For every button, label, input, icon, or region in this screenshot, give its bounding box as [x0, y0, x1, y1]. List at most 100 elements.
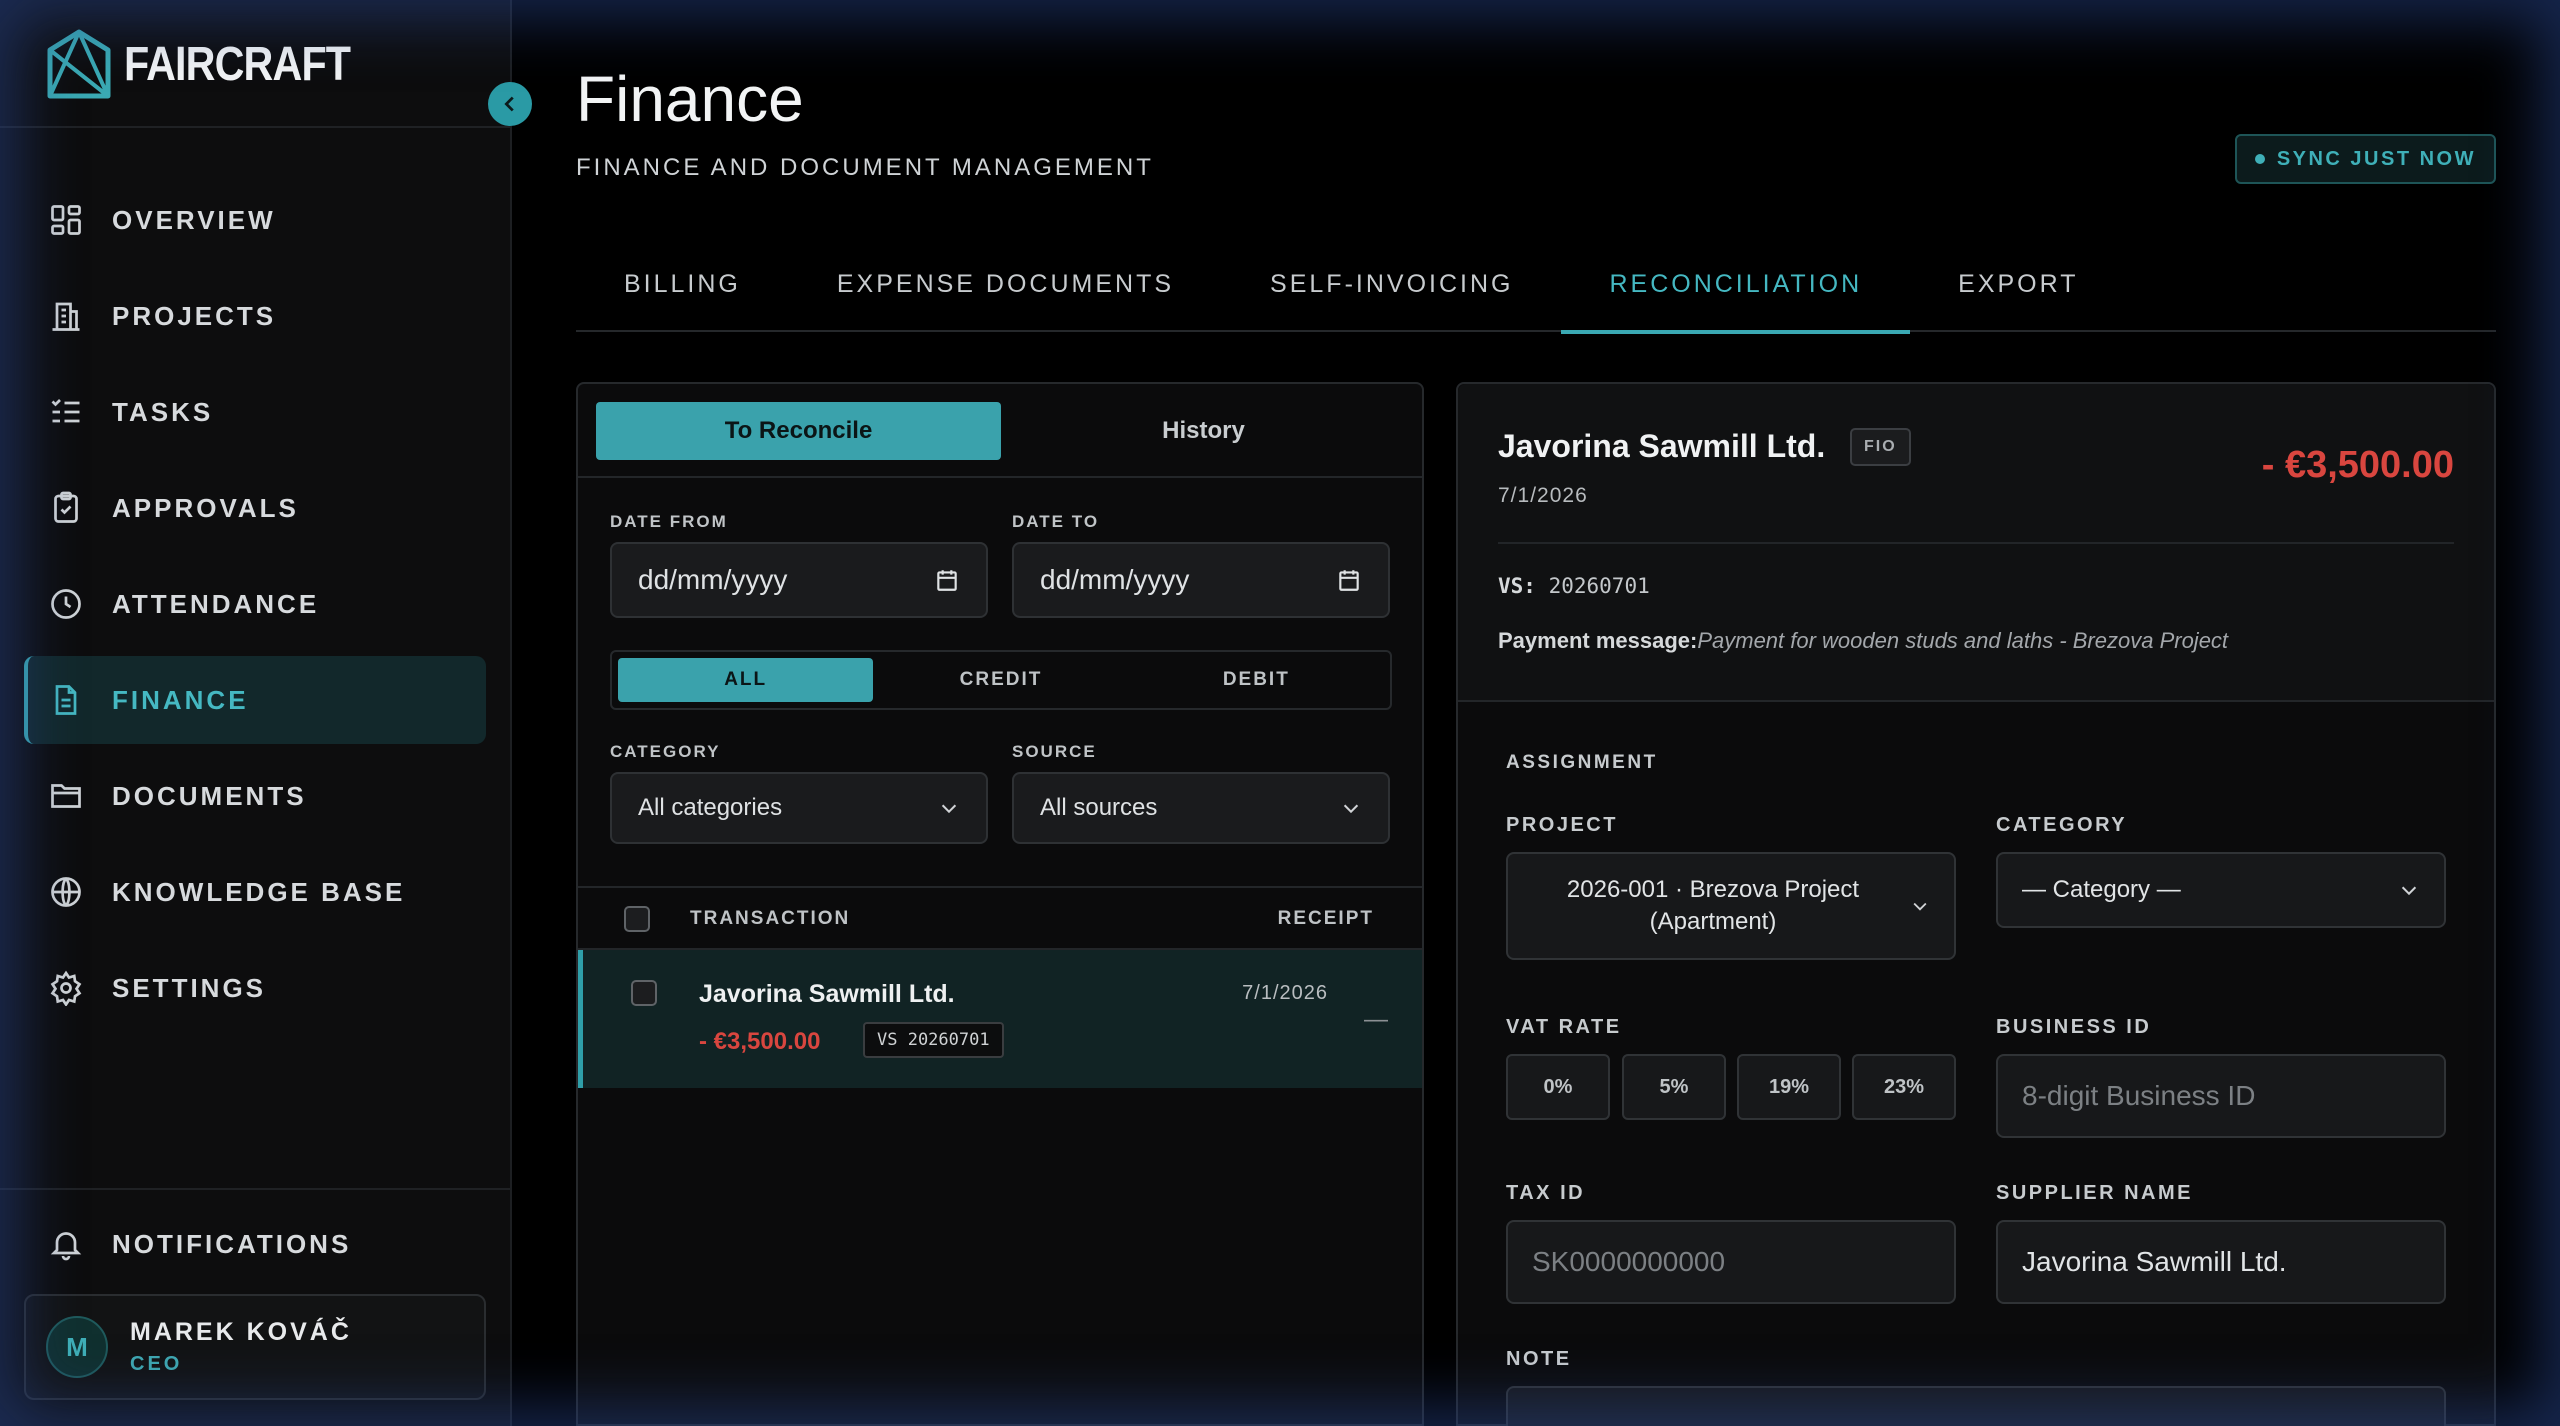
clock-icon [51, 589, 81, 619]
supplier-name-label: SUPPLIER NAME [1996, 1182, 2193, 1204]
supplier-name-input[interactable]: Javorina Sawmill Ltd. [1996, 1220, 2446, 1304]
notifications-button[interactable]: NOTIFICATIONS [48, 1214, 351, 1274]
table-header: TRANSACTION RECEIPT [578, 888, 1422, 950]
sidebar: FAIRCRAFT OVERVIEW PROJECTS TASKS APPROV… [0, 0, 512, 1426]
sidebar-item-overview[interactable]: OVERVIEW [24, 176, 486, 264]
sidebar-item-tasks[interactable]: TASKS [24, 368, 486, 456]
sidebar-divider [0, 126, 510, 128]
type-credit-button[interactable]: CREDIT [873, 658, 1128, 702]
page-subtitle: FINANCE AND DOCUMENT MANAGEMENT [576, 154, 1154, 181]
sidebar-item-documents[interactable]: DOCUMENTS [24, 752, 486, 840]
transaction-type-toggle: ALL CREDIT DEBIT [610, 650, 1392, 710]
date-to-input[interactable]: dd/mm/yyyy [1012, 542, 1390, 618]
sidebar-item-finance[interactable]: FINANCE [24, 656, 486, 744]
type-all-button[interactable]: ALL [618, 658, 874, 702]
sync-label: SYNC JUST NOW [2276, 147, 2476, 170]
sidebar-item-label: DOCUMENTS [112, 780, 307, 811]
date-from-label: DATE FROM [610, 512, 728, 531]
chevron-left-icon [504, 96, 514, 112]
category-filter-select[interactable]: All categories [610, 772, 988, 844]
assignment-heading: ASSIGNMENT [1506, 752, 1658, 773]
vat-23-button[interactable]: 23% [1852, 1054, 1956, 1120]
source-filter-label: SOURCE [1012, 742, 1097, 761]
date-to-value: dd/mm/yyyy [1040, 564, 1190, 595]
vs-label: VS: [1498, 574, 1536, 598]
bell-icon [50, 1232, 82, 1261]
row-date: 7/1/2026 [1242, 982, 1328, 1004]
vat-0-button[interactable]: 0% [1506, 1054, 1610, 1120]
source-filter-value: All sources [1040, 794, 1158, 821]
sidebar-item-projects[interactable]: PROJECTS [24, 272, 486, 360]
user-card[interactable]: M MAREK KOVÁČ CEO [24, 1294, 486, 1400]
sync-status-badge[interactable]: SYNC JUST NOW [2234, 134, 2496, 184]
note-input[interactable] [1506, 1386, 2446, 1426]
vat-19-button[interactable]: 19% [1737, 1054, 1841, 1120]
vs-value: 20260701 [1548, 574, 1650, 598]
folder-icon [51, 784, 81, 808]
detail-panel: Javorina Sawmill Ltd. FIO 7/1/2026 - €3,… [1456, 382, 2496, 1426]
project-label: PROJECT [1506, 814, 1618, 836]
sidebar-item-knowledge-base[interactable]: KNOWLEDGE BASE [24, 848, 486, 936]
logo-icon [47, 29, 111, 99]
note-label: NOTE [1506, 1348, 1572, 1370]
sidebar-item-settings[interactable]: SETTINGS [24, 944, 486, 1032]
tax-id-input[interactable]: SK0000000000 [1506, 1220, 1956, 1304]
summary-divider [1498, 542, 2454, 544]
business-id-input[interactable]: 8-digit Business ID [1996, 1054, 2446, 1138]
globe-icon [51, 877, 81, 907]
sidebar-item-label: OVERVIEW [112, 204, 276, 235]
sync-dot-icon [2254, 154, 2265, 164]
sidebar-item-label: APPROVALS [112, 492, 299, 523]
row-name: Javorina Sawmill Ltd. [699, 980, 955, 1008]
select-all-checkbox[interactable] [624, 906, 650, 932]
chevron-down-icon [1343, 804, 1359, 814]
tab-reconciliation[interactable]: RECONCILIATION [1561, 236, 1910, 334]
clipboard-check-icon [54, 491, 78, 523]
type-debit-button[interactable]: DEBIT [1129, 658, 1384, 702]
tab-billing[interactable]: BILLING [576, 236, 789, 332]
brand-logo[interactable]: FAIRCRAFT [46, 28, 387, 100]
sidebar-divider [0, 1188, 510, 1190]
tax-id-label: TAX ID [1506, 1182, 1586, 1204]
calendar-icon [1339, 570, 1359, 591]
category-filter-label: CATEGORY [610, 742, 721, 761]
detail-date: 7/1/2026 [1498, 484, 1588, 507]
sidebar-item-label: FINANCE [112, 684, 249, 715]
vat-5-button[interactable]: 5% [1622, 1054, 1726, 1120]
to-reconcile-button[interactable]: To Reconcile [596, 402, 1001, 460]
main-content: Finance FINANCE AND DOCUMENT MANAGEMENT … [576, 0, 2496, 1426]
source-badge: FIO [1850, 428, 1911, 466]
tab-export[interactable]: EXPORT [1910, 236, 2126, 332]
vat-rate-label: VAT RATE [1506, 1016, 1622, 1038]
brand-name: FAIRCRAFT [124, 37, 351, 91]
sidebar-item-attendance[interactable]: ATTENDANCE [24, 560, 486, 648]
payment-message-value: Payment for wooden studs and laths - Bre… [1697, 628, 2229, 653]
sidebar-item-label: PROJECTS [112, 300, 277, 331]
page-title: Finance [576, 63, 804, 135]
table-row[interactable]: Javorina Sawmill Ltd. 7/1/2026 - €3,500.… [578, 950, 1422, 1088]
column-transaction: TRANSACTION [690, 908, 851, 929]
source-filter-select[interactable]: All sources [1012, 772, 1390, 844]
project-select[interactable]: 2026-001 · Brezova Project (Apartment) [1506, 852, 1956, 960]
row-receipt: — [1364, 1006, 1388, 1033]
row-amount: - €3,500.00 [699, 1028, 821, 1055]
calendar-icon [937, 570, 957, 591]
chevron-down-icon [2401, 886, 2417, 896]
category-label: CATEGORY [1996, 814, 2128, 836]
date-from-input[interactable]: dd/mm/yyyy [610, 542, 988, 618]
reconcile-segment-control: To Reconcile History [596, 402, 1406, 460]
notifications-label: NOTIFICATIONS [112, 1228, 352, 1259]
tab-expense-documents[interactable]: EXPENSE DOCUMENTS [789, 236, 1222, 332]
tab-self-invoicing[interactable]: SELF-INVOICING [1222, 236, 1561, 332]
history-button[interactable]: History [1001, 402, 1406, 460]
category-value: — Category — [2022, 876, 2181, 903]
collapse-sidebar-button[interactable] [488, 82, 532, 126]
payment-message-label: Payment message: [1498, 628, 1698, 653]
detail-name: Javorina Sawmill Ltd. [1498, 428, 1826, 464]
detail-amount: - €3,500.00 [2261, 444, 2454, 486]
row-checkbox[interactable] [631, 980, 657, 1006]
project-value: 2026-001 · Brezova Project (Apartment) [1566, 875, 1860, 935]
category-select[interactable]: — Category — [1996, 852, 2446, 928]
sidebar-item-approvals[interactable]: APPROVALS [24, 464, 486, 552]
date-to-label: DATE TO [1012, 512, 1100, 531]
